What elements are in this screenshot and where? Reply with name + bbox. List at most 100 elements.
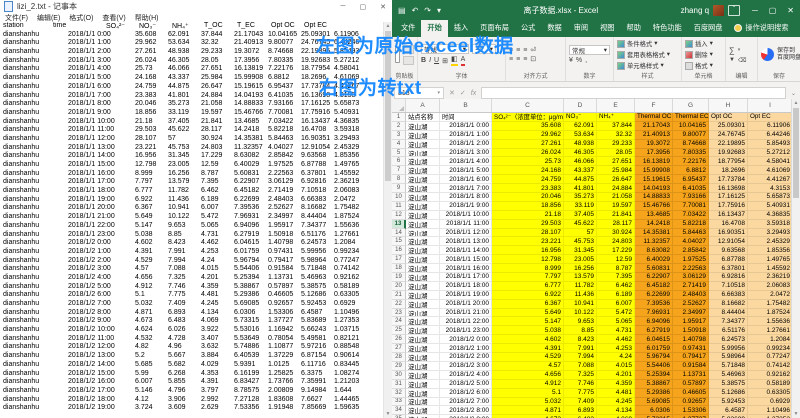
notepad-menu-item-2[interactable]: 格式(O)	[69, 13, 93, 23]
cell[interactable]: 17.73784	[709, 175, 748, 184]
cell[interactable]: 46.066	[564, 157, 597, 166]
cell[interactable]: 淀山湖	[406, 398, 440, 407]
cell[interactable]: 6.01759	[635, 344, 673, 353]
row-header-33[interactable]: 33	[392, 398, 406, 407]
cell[interactable]: 淀山湖	[406, 122, 440, 131]
row-header-25[interactable]: 25	[392, 326, 406, 335]
cell[interactable]: 5.85493	[748, 140, 792, 149]
cell[interactable]: 2018/1/1 18:00	[440, 282, 492, 291]
row-header-9[interactable]: 9	[392, 184, 406, 193]
cell[interactable]: 5.92453	[709, 398, 748, 407]
cell[interactable]: 6.95437	[673, 175, 709, 184]
row-header-21[interactable]: 21	[392, 291, 406, 300]
column-header-B[interactable]: B	[440, 99, 492, 112]
cell[interactable]: 4.656	[492, 371, 564, 380]
cell[interactable]: 8.85	[564, 326, 597, 335]
cell[interactable]: 2.48403	[673, 291, 709, 300]
cell[interactable]: 1.13731	[673, 371, 709, 380]
cell[interactable]: 淀山湖	[406, 344, 440, 353]
cell[interactable]: 1.2084	[748, 335, 792, 344]
cell[interactable]: 淀山湖	[406, 309, 440, 318]
scroll-up-icon[interactable]: ▲	[792, 99, 800, 107]
align-right-icon[interactable]: ≡	[523, 56, 527, 63]
row-header-27[interactable]: 27	[392, 344, 406, 353]
cell[interactable]: 6.8812	[673, 166, 709, 175]
column-header-C[interactable]: C	[492, 99, 564, 112]
cell[interactable]: 44.875	[564, 175, 597, 184]
cell[interactable]: 1.27661	[748, 326, 792, 335]
excel-close-button[interactable]: ✕	[787, 6, 794, 15]
cell[interactable]: 53.634	[564, 131, 597, 140]
cell[interactable]: 6.007	[597, 300, 635, 309]
cell[interactable]: 3.29493	[748, 229, 792, 238]
cell[interactable]: 6.51176	[709, 326, 748, 335]
row-header-18[interactable]: 18	[392, 264, 406, 273]
cell[interactable]: 9.653	[564, 317, 597, 326]
cell[interactable]: NO₃⁻	[564, 113, 597, 122]
row-header-22[interactable]: 22	[392, 300, 406, 309]
cell[interactable]: 46.305	[564, 149, 597, 158]
cell[interactable]: Thermal OC	[635, 113, 673, 122]
cell[interactable]: 7.03422	[673, 211, 709, 220]
cell[interactable]: 7.409	[564, 398, 597, 407]
ribbon-tab-4[interactable]: 公式	[515, 20, 541, 37]
cell[interactable]: 2018/1/1 2:00	[440, 140, 492, 149]
cell[interactable]: 13.4685	[635, 211, 673, 220]
cell[interactable]: 7.39536	[635, 300, 673, 309]
align-center-icon[interactable]: ≡	[516, 56, 520, 63]
cell[interactable]: 28.05	[597, 149, 635, 158]
avatar[interactable]	[713, 5, 724, 16]
cell[interactable]: 1.55636	[748, 317, 792, 326]
cell[interactable]: 6.11906	[748, 122, 792, 131]
cell[interactable]: 4.201	[597, 371, 635, 380]
cell[interactable]: 7.93166	[673, 193, 709, 202]
cells-button-0[interactable]: 插入▾	[685, 39, 722, 48]
cell[interactable]: 7.80335	[673, 149, 709, 158]
cell[interactable]: 2.71419	[673, 282, 709, 291]
cell[interactable]: 淀山湖	[406, 229, 440, 238]
cell[interactable]: 18.856	[492, 202, 564, 211]
autosum-icon[interactable]: ∑	[729, 46, 735, 55]
row-header-28[interactable]: 28	[392, 353, 406, 362]
cell[interactable]: 35.608	[492, 122, 564, 131]
cell[interactable]: 2018/1/1 17:00	[440, 273, 492, 282]
cell[interactable]: 1.45592	[748, 264, 792, 273]
cells-button-1[interactable]: 删除▾	[685, 50, 722, 59]
cell[interactable]: Opt EC	[748, 113, 792, 122]
cell[interactable]: 淀山湖	[406, 362, 440, 371]
cell[interactable]: 11.32357	[635, 237, 673, 246]
cell[interactable]: 2018/1/1 4:00	[440, 157, 492, 166]
cell[interactable]: 26.647	[597, 175, 635, 184]
cell[interactable]: 17.229	[597, 246, 635, 255]
cell[interactable]: 1.75482	[748, 300, 792, 309]
cell[interactable]: 5.29386	[635, 389, 673, 398]
row-header-12[interactable]: 12	[392, 211, 406, 220]
cell[interactable]: 4.36835	[748, 211, 792, 220]
cell[interactable]: 2018/1/1 21:00	[440, 309, 492, 318]
cell[interactable]: 10.122	[564, 309, 597, 318]
cell[interactable]: 4.391	[492, 344, 564, 353]
cell[interactable]: 6.92816	[709, 273, 748, 282]
cell[interactable]: 时间	[440, 113, 492, 122]
cell[interactable]: 11.436	[564, 291, 597, 300]
cell[interactable]: 5.98964	[709, 353, 748, 362]
row-header-1[interactable]: 1	[392, 113, 406, 122]
cell[interactable]: 7.96931	[635, 309, 673, 318]
cell[interactable]: 21.17043	[635, 122, 673, 131]
cell[interactable]: 5.12686	[709, 389, 748, 398]
row-header-3[interactable]: 3	[392, 131, 406, 140]
cell[interactable]: 淀山湖	[406, 255, 440, 264]
cell[interactable]: 2018/1/2 5:00	[440, 380, 492, 389]
cell[interactable]: 5.40931	[748, 202, 792, 211]
cell[interactable]: 2018/1/1 19:00	[440, 291, 492, 300]
row-header-2[interactable]: 2	[392, 122, 406, 131]
excel-minimize-button[interactable]: ─	[752, 6, 758, 15]
cell[interactable]: 6.45182	[635, 282, 673, 291]
row-header-11[interactable]: 11	[392, 202, 406, 211]
ribbon-tab-5[interactable]: 数据	[541, 20, 567, 37]
cell[interactable]: 6.777	[492, 282, 564, 291]
cell[interactable]: 24.168	[492, 166, 564, 175]
cell[interactable]: 淀山湖	[406, 149, 440, 158]
ribbon-tab-8[interactable]: 帮助	[621, 20, 647, 37]
fill-icon[interactable]: ▼	[729, 57, 735, 63]
